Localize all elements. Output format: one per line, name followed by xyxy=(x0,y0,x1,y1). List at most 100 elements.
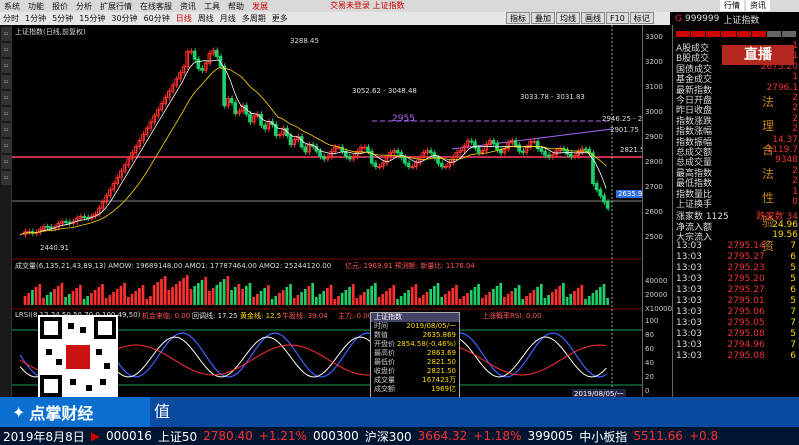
tool-icon-1[interactable]: ▫ xyxy=(1,27,11,41)
tick-row: 13:03 2795.08 6 xyxy=(676,351,799,362)
volume-bar xyxy=(440,297,444,305)
period-tab-0[interactable]: 分时 xyxy=(0,13,22,24)
chart-tool-tab-3[interactable]: 画线 xyxy=(581,12,605,24)
volume-bar xyxy=(480,298,484,305)
volume-bar xyxy=(329,285,333,305)
volume-bar xyxy=(366,289,370,305)
candle-body xyxy=(200,67,204,71)
menu-item-6[interactable]: 资讯 xyxy=(176,1,200,12)
volume-bar xyxy=(565,297,569,305)
candle-body xyxy=(513,140,518,146)
brand-name: 点掌财经 xyxy=(29,404,94,423)
volume-bar xyxy=(185,275,189,305)
volume-bar xyxy=(167,290,171,305)
data-window-value: 2635.869 xyxy=(422,331,456,339)
volume-bar xyxy=(263,288,267,305)
tick-row: 13:03 2795.27 6 xyxy=(676,285,799,296)
data-window-row: 收盘价 2821.50 xyxy=(371,367,459,376)
ticker-marker-icon: ▶ xyxy=(90,429,101,443)
quote-row: 净流入额 24.96 xyxy=(676,220,799,233)
period-tab-9[interactable]: 多周期 xyxy=(239,13,269,24)
tool-icon-4[interactable]: ▫ xyxy=(1,75,11,89)
volume-bar xyxy=(38,284,42,305)
tool-icon-2[interactable]: ▫ xyxy=(1,43,11,57)
qr-code xyxy=(38,315,118,400)
menu-item-0[interactable]: 系统 xyxy=(0,1,24,12)
volume-bar xyxy=(71,291,75,305)
candle-body xyxy=(299,136,304,148)
annotation-mid1: 3052.62 - 3048.48 xyxy=(352,87,417,95)
candle-body xyxy=(539,148,544,152)
lrsi-tag-3: 黄金线: 12.5 xyxy=(240,312,282,320)
volume-bar xyxy=(303,289,307,305)
tool-icon-5[interactable]: ▫ xyxy=(1,91,11,105)
ticker-3-price: 5511.66 xyxy=(633,429,683,443)
volume-bar xyxy=(587,296,591,305)
menu-item-9[interactable]: 发展 xyxy=(248,1,272,12)
volume-bar xyxy=(377,297,381,305)
tick-row: 13:03 2795.05 7 xyxy=(676,318,799,329)
period-tab-3[interactable]: 15分钟 xyxy=(76,13,108,24)
volume-bar xyxy=(517,285,521,305)
period-tab-1[interactable]: 1分钟 xyxy=(22,13,49,24)
volume-bar xyxy=(606,298,609,305)
tool-icon-7[interactable]: ▫ xyxy=(1,123,11,137)
tick-row: 13:03 2795.20 5 xyxy=(676,274,799,285)
lrsi-tag-5: 主力: 0.00 xyxy=(338,312,373,320)
volume-bar xyxy=(466,293,469,305)
volume-bar xyxy=(403,293,407,305)
data-window-row: 数值 2635.869 xyxy=(371,331,459,340)
volume-bar xyxy=(547,295,550,305)
data-window-key: 最低价 xyxy=(374,358,395,366)
volume-bar xyxy=(458,299,462,305)
quote-row-label: 大宗流入 xyxy=(676,233,713,244)
quote-row: 指数振幅 14.37 xyxy=(676,135,799,148)
tool-icon-10[interactable]: ▫ xyxy=(1,171,11,185)
tool-icon-8[interactable]: ▫ xyxy=(1,139,11,153)
period-tab-7[interactable]: 周线 xyxy=(195,13,217,24)
volume-bar xyxy=(138,288,141,305)
tick-row: 13:03 2794.96 7 xyxy=(676,340,799,351)
menu-item-1[interactable]: 功能 xyxy=(24,1,48,12)
menu-item-2[interactable]: 报价 xyxy=(48,1,72,12)
chart-tool-tab-2[interactable]: 均线 xyxy=(556,12,580,24)
chart-tool-tab-0[interactable]: 指标 xyxy=(506,12,530,24)
period-tab-4[interactable]: 30分钟 xyxy=(108,13,140,24)
volume-bar xyxy=(67,294,71,305)
volume-bar xyxy=(477,284,480,305)
quote-row-label: 指数涨幅 xyxy=(676,127,713,138)
period-tab-5[interactable]: 60分钟 xyxy=(141,13,173,24)
period-tab-8[interactable]: 月线 xyxy=(217,13,239,24)
volume-bar xyxy=(462,296,466,305)
menu-item-3[interactable]: 分析 xyxy=(72,1,96,12)
chart-tool-tab-1[interactable]: 叠加 xyxy=(531,12,555,24)
window-tab-news[interactable]: 资讯 xyxy=(746,0,770,11)
volume-bar xyxy=(160,279,163,305)
period-tab-2[interactable]: 5分钟 xyxy=(49,13,76,24)
quote-panel: A股成交 1 B股成交 1 国债成交 2675.20 基金成交 1 最新指数 2796.1 今日开盘… xyxy=(672,25,799,397)
volume-bar xyxy=(503,297,506,305)
tick-row: 13:03 2795.08 5 xyxy=(676,329,799,340)
tick-volume: 6 xyxy=(790,251,796,262)
candle-body xyxy=(406,162,411,168)
volume-tick: X10000 xyxy=(645,305,673,313)
volume-bar xyxy=(451,288,455,305)
volume-bar xyxy=(374,283,377,305)
menu-item-8[interactable]: 帮助 xyxy=(224,1,248,12)
menu-item-5[interactable]: 在线客服 xyxy=(136,1,176,12)
volume-bar xyxy=(362,292,366,305)
chart-tool-tab-5[interactable]: 标记 xyxy=(629,12,654,24)
menu-item-7[interactable]: 工具 xyxy=(200,1,224,12)
volume-bar xyxy=(421,295,425,305)
chart-tool-tab-4[interactable]: F10 xyxy=(606,12,629,24)
tool-icon-6[interactable]: ▫ xyxy=(1,107,11,121)
window-tab-market[interactable]: 行情 xyxy=(720,0,744,11)
tool-icon-3[interactable]: ▫ xyxy=(1,59,11,73)
menu-item-4[interactable]: 扩展行情 xyxy=(96,1,136,12)
tool-icon-9[interactable]: ▫ xyxy=(1,155,11,169)
live-badge[interactable]: 直播 xyxy=(722,45,794,65)
volume-bar xyxy=(554,289,558,305)
period-tab-10[interactable]: 更多 xyxy=(269,13,291,24)
period-tab-6[interactable]: 日线 xyxy=(173,13,195,24)
quote-name: 上证指数 xyxy=(723,15,760,26)
